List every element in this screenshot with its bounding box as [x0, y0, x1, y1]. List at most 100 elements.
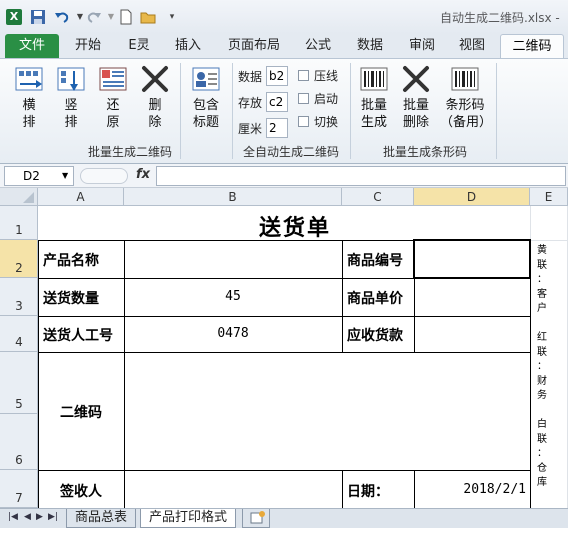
cell-a2[interactable]: 产品名称: [43, 250, 99, 270]
cell-a7[interactable]: 签收人: [38, 481, 124, 501]
invoice-title[interactable]: 送货单: [124, 210, 466, 242]
batch-generate-barcode-button[interactable]: 批量 生成: [356, 65, 392, 131]
tab-view[interactable]: 视图: [450, 34, 494, 58]
insert-sheet-button[interactable]: [242, 509, 270, 528]
restore-icon: [99, 67, 127, 91]
checkbox-switch-label: 切换: [314, 115, 339, 129]
cell-a3[interactable]: 送货数量: [43, 288, 99, 308]
tab-review[interactable]: 审阅: [400, 34, 444, 58]
cell-c7[interactable]: 日期：: [347, 481, 389, 501]
cell-c4[interactable]: 应收货款: [347, 325, 403, 345]
row-header-7[interactable]: 7: [0, 470, 38, 508]
row-header-3[interactable]: 3: [0, 278, 38, 316]
cell-c2[interactable]: 商品编号: [347, 250, 403, 270]
tab-file[interactable]: 文件: [5, 34, 59, 58]
sheet-tab-print-format[interactable]: 产品打印格式: [140, 509, 237, 528]
ribbon: 横 排 竖 排 还 原 删 除 包含 标题 批量生成二维码 数据 b2 存放 c…: [0, 58, 568, 164]
table-border: [38, 316, 530, 317]
insert-sheet-icon: [250, 511, 265, 524]
tab-page-layout[interactable]: 页面布局: [222, 34, 286, 58]
table-border: [38, 352, 530, 353]
column-header-b[interactable]: B: [124, 188, 342, 206]
customize-qat-icon[interactable]: ▾: [164, 9, 180, 25]
checkbox-switch[interactable]: [298, 116, 309, 127]
arrange-horizontal-label: 横 排: [22, 98, 36, 130]
row-header-1[interactable]: 1: [0, 206, 38, 240]
cell-c3[interactable]: 商品单价: [347, 288, 403, 308]
tab-qrcode[interactable]: 二维码: [500, 34, 564, 59]
delete-x-icon: [142, 66, 168, 92]
cell-b3[interactable]: 45: [124, 289, 342, 304]
batch-delete-barcode-button[interactable]: 批量 删除: [398, 65, 434, 131]
barcode-icon: [451, 67, 479, 91]
tab-formulas[interactable]: 公式: [296, 34, 340, 58]
first-sheet-icon[interactable]: |◀: [8, 512, 18, 522]
redo-dropdown-icon[interactable]: ▼: [103, 9, 119, 25]
sheet-tab-products[interactable]: 商品总表: [66, 509, 137, 528]
cm-field[interactable]: 2: [266, 118, 288, 138]
title-bar: X ▼ ▼ ▾ 自动生成二维码.xlsx -: [0, 0, 568, 34]
table-border: [342, 470, 343, 508]
undo-icon[interactable]: [54, 9, 70, 25]
restore-button[interactable]: 还 原: [96, 65, 130, 131]
column-header-e[interactable]: E: [530, 188, 568, 206]
gridline: [530, 240, 568, 241]
row-header-6[interactable]: 6: [0, 414, 38, 470]
tab-insert[interactable]: 插入: [166, 34, 210, 58]
tab-home[interactable]: 开始: [66, 34, 110, 58]
batch-generate-label: 批量 生成: [360, 98, 387, 130]
column-header-a[interactable]: A: [38, 188, 124, 206]
barcode-backup-button[interactable]: 条形码 （备用）: [440, 65, 492, 131]
delete-x-icon: [403, 66, 429, 92]
open-folder-icon[interactable]: [140, 9, 156, 25]
row-header-4[interactable]: 4: [0, 316, 38, 352]
delete-button[interactable]: 删 除: [138, 65, 172, 131]
delete-label: 删 除: [148, 98, 162, 130]
redo-icon[interactable]: [86, 9, 102, 25]
cell-a4[interactable]: 送货人工号: [43, 325, 113, 345]
tab-data[interactable]: 数据: [348, 34, 392, 58]
next-sheet-icon[interactable]: ▶: [36, 512, 43, 522]
tab-eling[interactable]: E灵: [118, 34, 160, 58]
insert-function-icon[interactable]: fx: [136, 167, 150, 182]
new-file-icon[interactable]: [118, 9, 134, 25]
side-note-copies: 黄联：客户红联：财务白联：仓库: [537, 245, 547, 488]
formula-bar: D2 ▼ fx: [0, 164, 568, 188]
window-title: 自动生成二维码.xlsx -: [440, 11, 560, 25]
cell-b4[interactable]: 0478: [124, 326, 342, 341]
arrange-vertical-label: 竖 排: [64, 98, 78, 130]
vertical-arrange-icon: [57, 67, 85, 91]
checkbox-press-line[interactable]: [298, 70, 309, 81]
active-cell-d2[interactable]: [413, 239, 531, 279]
store-field[interactable]: c2: [266, 92, 288, 112]
cell-a5[interactable]: 二维码: [38, 402, 124, 422]
name-box-dropdown-icon[interactable]: ▼: [62, 171, 68, 180]
group-label-barcode: 批量生成条形码: [382, 145, 467, 159]
prev-sheet-icon[interactable]: ◀: [24, 512, 31, 522]
row-header-2[interactable]: 2: [0, 240, 38, 278]
ribbon-separator: [496, 63, 497, 159]
last-sheet-icon[interactable]: ▶|: [48, 512, 58, 522]
include-title-label: 包含 标题: [192, 98, 219, 130]
select-all-corner[interactable]: [0, 188, 38, 206]
data-field[interactable]: b2: [266, 66, 288, 86]
field-label-cm: 厘米: [238, 122, 263, 136]
column-header-c[interactable]: C: [342, 188, 414, 206]
include-title-button[interactable]: 包含 标题: [186, 65, 226, 131]
arrange-vertical-button[interactable]: 竖 排: [54, 65, 88, 131]
checkbox-start-label: 启动: [314, 92, 339, 106]
excel-app-icon[interactable]: X: [6, 9, 22, 25]
formula-input[interactable]: [156, 166, 566, 186]
sheet-tab-bar: |◀ ◀ ▶ ▶| 商品总表 产品打印格式: [0, 508, 568, 528]
checkbox-press-line-label: 压线: [314, 69, 339, 83]
save-icon[interactable]: [30, 9, 46, 25]
contact-card-icon: [192, 67, 220, 91]
worksheet-grid[interactable]: A B C D E 1 2 3 4 5 6 7 送货单 产品名称 送货数量 送货…: [0, 188, 568, 508]
formula-bar-expand-handle[interactable]: [80, 168, 128, 184]
checkbox-start[interactable]: [298, 93, 309, 104]
group-label-batch-qr: 批量生成二维码: [87, 145, 172, 159]
arrange-horizontal-button[interactable]: 横 排: [12, 65, 46, 131]
cell-d7[interactable]: 2018/2/1: [414, 482, 526, 497]
column-header-d[interactable]: D: [414, 188, 530, 206]
row-header-5[interactable]: 5: [0, 352, 38, 414]
